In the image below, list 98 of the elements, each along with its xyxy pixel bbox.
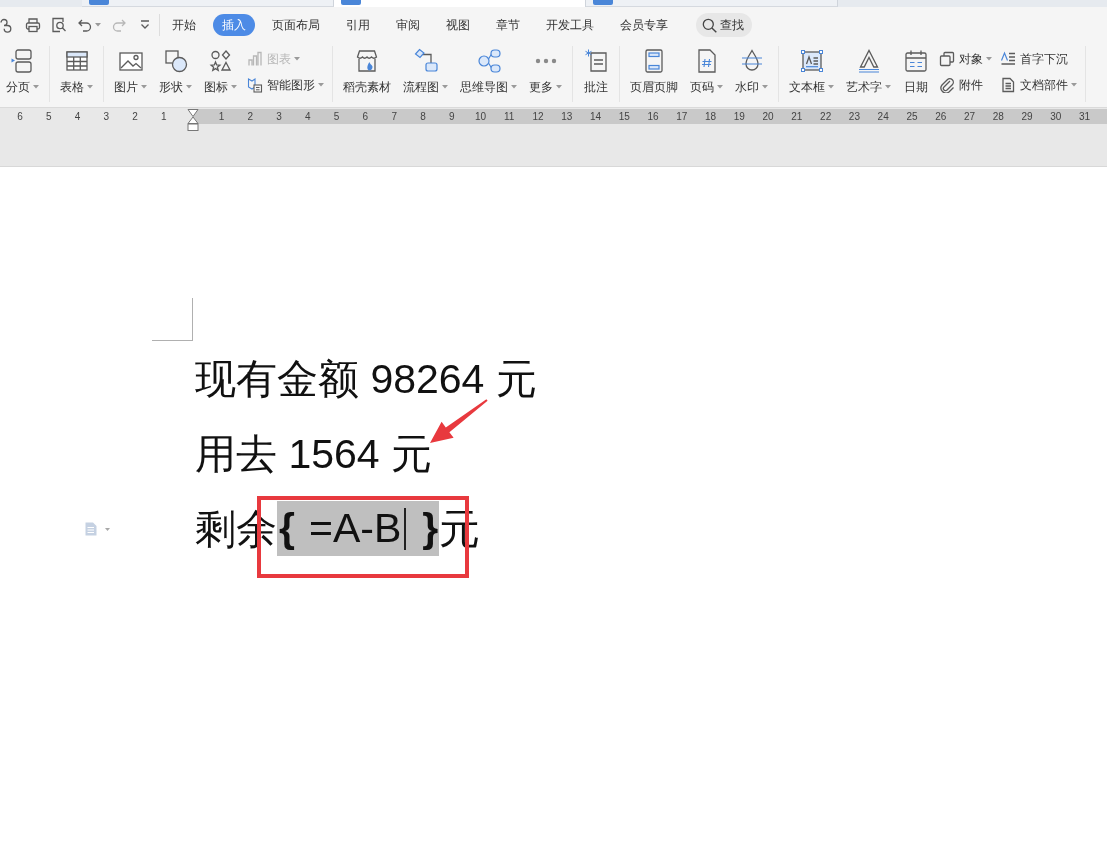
drop-cap-button[interactable]: 首字下沉 [996, 48, 1081, 70]
document-tab[interactable] [82, 0, 334, 7]
ruler-number: 12 [531, 110, 545, 124]
tab-icon [593, 0, 613, 5]
ruler-number: 10 [473, 110, 487, 124]
search-icon [702, 17, 717, 33]
menu-tab[interactable]: 页面布局 [263, 14, 329, 36]
ruler-number: 20 [761, 110, 775, 124]
picture-button[interactable]: 图片 [108, 46, 153, 100]
mind-map-icon [475, 48, 502, 74]
ruler-number: 23 [847, 110, 861, 124]
ruler-number: 29 [1020, 110, 1034, 124]
storefront-icon [354, 48, 380, 74]
calendar-icon [903, 48, 929, 74]
page-break-button[interactable]: 分页 [0, 46, 45, 100]
text-box-button[interactable]: 文本框 [783, 46, 840, 100]
menu-tab[interactable]: 视图 [437, 14, 479, 36]
ruler-number: 31 [1077, 110, 1092, 124]
date-button[interactable]: 日期 [897, 46, 935, 100]
document-tab[interactable] [586, 0, 838, 7]
ruler-number: 6 [16, 110, 24, 124]
ruler-number: 5 [332, 110, 341, 124]
ruler-number: 24 [876, 110, 890, 124]
ruler-number: 2 [246, 110, 255, 124]
ruler-number: 8 [419, 110, 427, 124]
tab-icon [89, 0, 109, 5]
ruler-number: 4 [304, 110, 312, 124]
watermark-button[interactable]: 水印 [729, 46, 774, 100]
ruler-number: 30 [1049, 110, 1063, 124]
object-icon [939, 51, 955, 67]
shapes-icon [162, 48, 189, 74]
menu-tab[interactable]: 开始 [163, 14, 205, 36]
print-icon [25, 17, 41, 33]
redo-icon [111, 17, 127, 33]
document-icon [1000, 77, 1016, 93]
formula-field[interactable]: { =A-B } [277, 501, 440, 556]
paragraph-text: 用去 1564 元 [195, 429, 432, 479]
header-footer-button[interactable]: 页眉页脚 [624, 46, 684, 100]
symbols-button[interactable]: 图标 [198, 46, 243, 100]
menu-tab[interactable]: 章节 [487, 14, 529, 36]
smart-graphic-button[interactable]: 智能图形 [243, 74, 328, 96]
attachment-button[interactable]: 附件 [935, 74, 996, 96]
ruler-number: 15 [617, 110, 631, 124]
ruler-number: 5 [44, 110, 53, 124]
undo-icon [77, 17, 93, 33]
drop-cap-icon [1000, 51, 1016, 67]
indent-marker[interactable] [187, 109, 199, 131]
ruler-number: 14 [588, 110, 603, 124]
ruler-number: 1 [217, 110, 226, 124]
ruler-number: 25 [905, 110, 919, 124]
ruler-number: 3 [102, 110, 111, 124]
ruler-number: 4 [73, 110, 82, 124]
menu-tab[interactable]: 引用 [337, 14, 379, 36]
store-button[interactable]: 稻壳素材 [337, 46, 397, 100]
paragraph-text: 现有金额 98264 元 [195, 354, 537, 404]
flowchart-icon [412, 48, 439, 74]
paperclip-icon [939, 77, 955, 93]
ruler-number: 3 [275, 110, 283, 124]
ruler-number: 21 [790, 110, 804, 124]
ruler-number: 2 [131, 110, 139, 124]
more-button[interactable]: 更多 [523, 46, 568, 100]
ruler-number: 27 [962, 110, 977, 124]
table-icon [63, 48, 90, 74]
diagram-icon [247, 77, 263, 93]
bar-chart-icon [247, 51, 263, 67]
document-parts-button[interactable]: 文档部件 [996, 74, 1081, 96]
ruler-number: 9 [447, 110, 456, 124]
search-button[interactable]: 查找 [696, 13, 752, 37]
ruler-number: 13 [560, 110, 574, 124]
table-button[interactable]: 表格 [54, 46, 99, 100]
ruler-number: 11 [503, 110, 516, 124]
page-number-button[interactable]: 页码 [684, 46, 729, 100]
ruler-number: 22 [819, 110, 833, 124]
ruler-number: 1 [160, 110, 168, 124]
ruler-number: 18 [704, 110, 718, 124]
margin-corner-mark [152, 298, 193, 341]
ruler-number: 17 [675, 110, 689, 124]
text-box-icon [798, 48, 825, 74]
ruler-number: 7 [390, 110, 398, 124]
more-icon [534, 58, 557, 64]
shapes-button[interactable]: 形状 [153, 46, 198, 100]
menu-tab[interactable]: 会员专享 [611, 14, 677, 36]
ruler-number: 6 [361, 110, 370, 124]
ruler-number: 19 [732, 110, 746, 124]
tab-icon [341, 0, 361, 5]
ruler-number: 26 [934, 110, 948, 124]
flowchart-button[interactable]: 流程图 [397, 46, 454, 100]
object-button[interactable]: 对象 [935, 48, 996, 70]
menu-tab[interactable]: 开发工具 [537, 14, 603, 36]
mind-map-button[interactable]: 思维导图 [454, 46, 523, 100]
print-preview-icon [51, 17, 67, 33]
document-tab[interactable] [334, 0, 586, 7]
comment-button[interactable]: 批注 [577, 46, 615, 100]
comment-icon [583, 48, 609, 74]
ruler-number: 16 [646, 110, 660, 124]
ruler-number: 28 [991, 110, 1005, 124]
word-art-button[interactable]: 艺术字 [840, 46, 897, 100]
menu-tab[interactable]: 审阅 [387, 14, 429, 36]
